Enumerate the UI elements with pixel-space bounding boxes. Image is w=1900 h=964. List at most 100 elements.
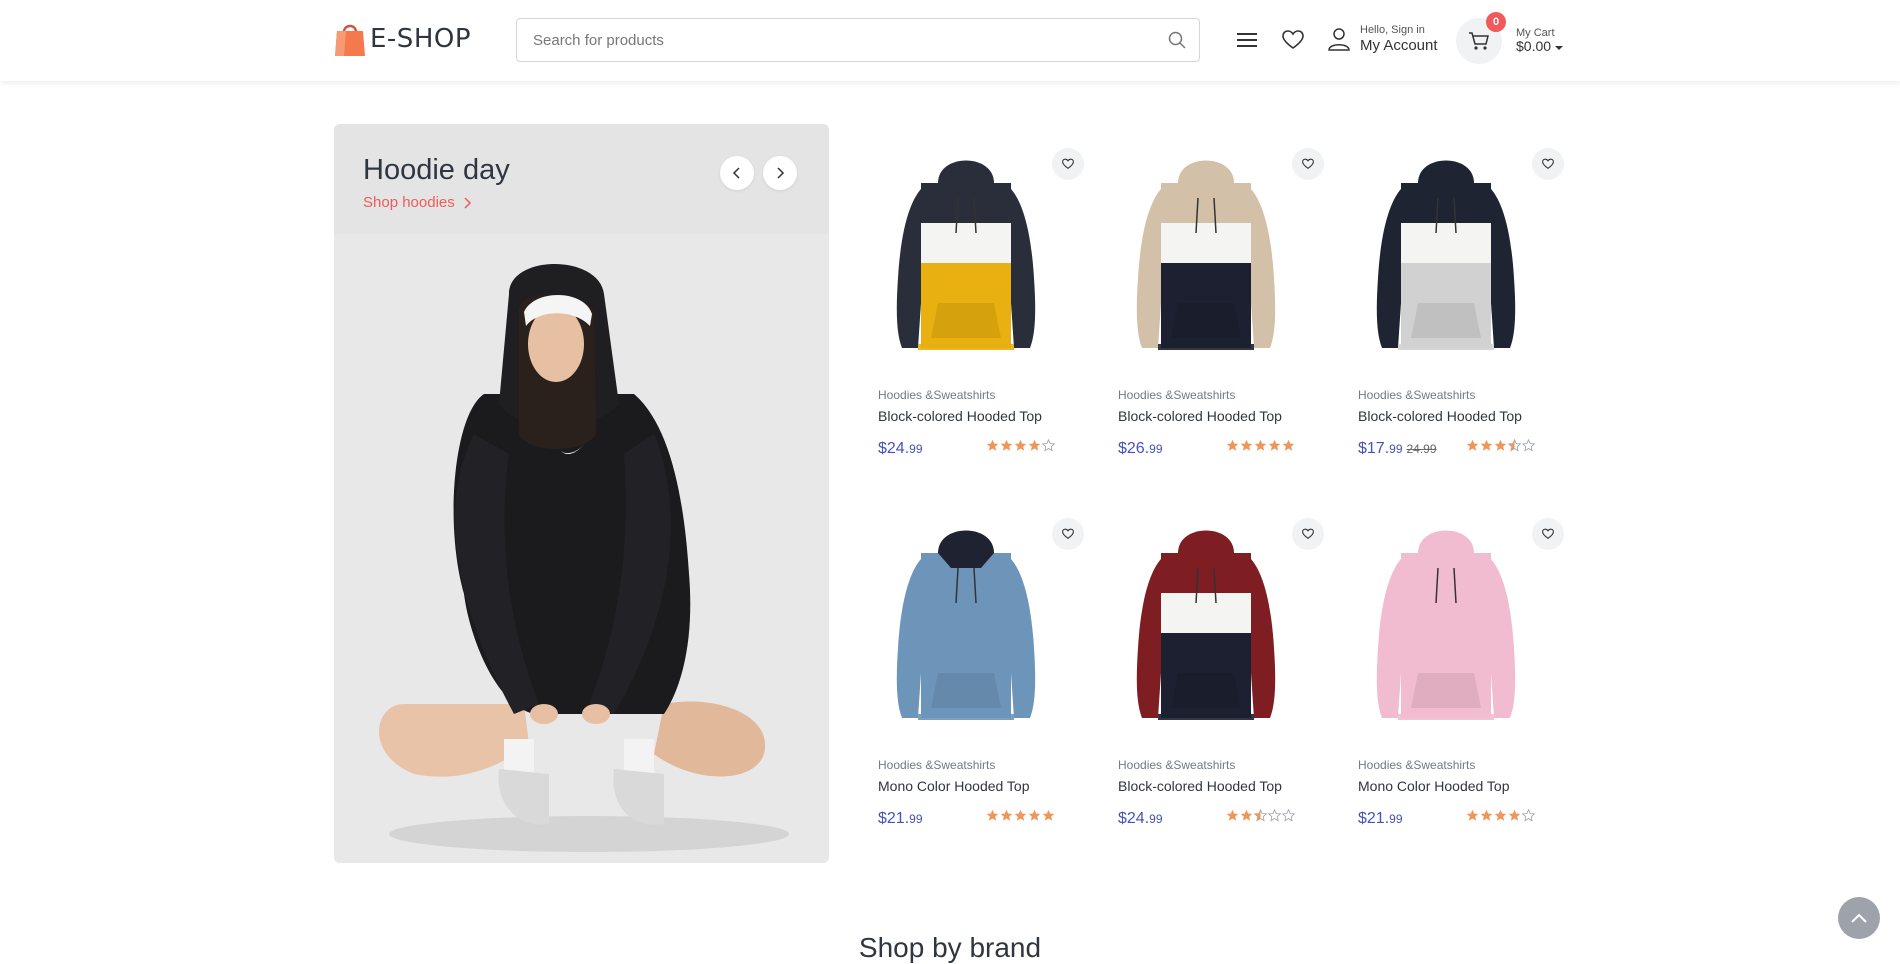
product-card[interactable]: Hoodies &Sweatshirts Mono Color Hooded T… xyxy=(1346,508,1566,838)
product-name[interactable]: Mono Color Hooded Top xyxy=(878,778,1030,794)
product-price: $21.99 xyxy=(878,810,923,827)
chevron-left-icon xyxy=(732,167,740,179)
product-name[interactable]: Block-colored Hooded Top xyxy=(1118,408,1282,424)
star-full-icon xyxy=(1240,439,1253,451)
account-menu[interactable]: Hello, Sign in My Account xyxy=(1328,24,1438,54)
model-photo xyxy=(334,234,829,863)
wishlist-button[interactable] xyxy=(1052,518,1084,550)
product-price: $21.99 xyxy=(1358,810,1403,827)
star-full-icon xyxy=(1226,439,1239,451)
star-full-icon xyxy=(1000,809,1013,821)
product-image[interactable] xyxy=(866,508,1066,748)
search-bar xyxy=(516,18,1200,62)
star-full-icon xyxy=(1466,809,1479,821)
banner-title: Hoodie day xyxy=(363,154,510,186)
star-full-icon xyxy=(1014,439,1027,451)
star-full-icon xyxy=(986,439,999,451)
product-category[interactable]: Hoodies &Sweatshirts xyxy=(1358,758,1475,772)
product-price: $24.99 xyxy=(878,440,923,457)
star-empty-icon xyxy=(1522,809,1535,822)
promo-banner: Hoodie day Shop hoodies xyxy=(334,124,829,863)
star-full-icon xyxy=(1254,439,1267,451)
star-half-icon xyxy=(1254,809,1267,822)
wishlist-button[interactable] xyxy=(1532,518,1564,550)
product-price: $24.99 xyxy=(1118,810,1163,827)
shop-hoodies-link[interactable]: Shop hoodies xyxy=(363,194,473,211)
star-full-icon xyxy=(1494,809,1507,821)
product-category[interactable]: Hoodies &Sweatshirts xyxy=(1118,758,1235,772)
account-label[interactable]: My Account xyxy=(1360,37,1438,54)
product-rating xyxy=(1226,439,1295,452)
hamburger-icon[interactable] xyxy=(1234,27,1260,53)
logo-text: E-SHOP xyxy=(370,24,472,54)
star-full-icon xyxy=(1042,809,1055,821)
product-name[interactable]: Mono Color Hooded Top xyxy=(1358,778,1510,794)
banner-prev-button[interactable] xyxy=(720,156,754,190)
cart-count-badge: 0 xyxy=(1486,12,1506,32)
star-empty-icon xyxy=(1042,439,1055,452)
product-category[interactable]: Hoodies &Sweatshirts xyxy=(878,758,995,772)
star-full-icon xyxy=(986,809,999,821)
product-name[interactable]: Block-colored Hooded Top xyxy=(1118,778,1282,794)
cart-widget[interactable]: 0 My Cart $0.00 xyxy=(1456,12,1563,64)
heart-icon xyxy=(1542,158,1554,169)
product-image[interactable] xyxy=(1106,508,1306,748)
product-card[interactable]: Hoodies &Sweatshirts Mono Color Hooded T… xyxy=(866,508,1086,838)
product-category[interactable]: Hoodies &Sweatshirts xyxy=(878,388,995,402)
product-name[interactable]: Block-colored Hooded Top xyxy=(1358,408,1522,424)
star-half-icon xyxy=(1508,439,1521,452)
product-old-price: 24.99 xyxy=(1406,442,1437,456)
product-name[interactable]: Block-colored Hooded Top xyxy=(878,408,1042,424)
wishlist-button[interactable] xyxy=(1292,148,1324,180)
product-card[interactable]: Hoodies &Sweatshirts Block-colored Hoode… xyxy=(866,138,1086,468)
star-full-icon xyxy=(1028,439,1041,451)
product-image[interactable] xyxy=(866,138,1066,378)
search-icon[interactable] xyxy=(1167,30,1187,50)
wishlist-button[interactable] xyxy=(1052,148,1084,180)
star-full-icon xyxy=(1282,439,1295,451)
product-rating xyxy=(986,439,1055,452)
product-card[interactable]: Hoodies &Sweatshirts Block-colored Hoode… xyxy=(1106,508,1326,838)
product-image[interactable] xyxy=(1346,508,1546,748)
product-price: $17.99 24.99 xyxy=(1358,440,1437,457)
star-full-icon xyxy=(1508,809,1521,821)
shopping-bag-icon xyxy=(335,24,365,56)
user-icon xyxy=(1328,28,1350,51)
wishlist-button[interactable] xyxy=(1532,148,1564,180)
product-image[interactable] xyxy=(1106,138,1306,378)
star-full-icon xyxy=(1226,809,1239,821)
star-empty-icon xyxy=(1282,809,1295,822)
product-rating xyxy=(986,809,1055,822)
product-category[interactable]: Hoodies &Sweatshirts xyxy=(1118,388,1235,402)
cart-icon xyxy=(1469,32,1489,50)
chevron-up-icon xyxy=(1851,913,1867,923)
section-title-brands: Shop by brand xyxy=(858,932,1042,963)
star-full-icon xyxy=(1000,439,1013,451)
star-full-icon xyxy=(1268,439,1281,451)
product-rating xyxy=(1466,439,1535,452)
heart-icon xyxy=(1302,158,1314,169)
product-category[interactable]: Hoodies &Sweatshirts xyxy=(1358,388,1475,402)
product-card[interactable]: Hoodies &Sweatshirts Block-colored Hoode… xyxy=(1106,138,1326,468)
star-full-icon xyxy=(1480,439,1493,451)
heart-icon[interactable] xyxy=(1280,27,1306,53)
star-empty-icon xyxy=(1522,439,1535,452)
banner-next-button[interactable] xyxy=(763,156,797,190)
star-full-icon xyxy=(1494,439,1507,451)
product-card[interactable]: Hoodies &Sweatshirts Block-colored Hoode… xyxy=(1346,138,1566,468)
account-greeting: Hello, Sign in xyxy=(1360,24,1425,36)
star-full-icon xyxy=(1240,809,1253,821)
search-input[interactable] xyxy=(517,19,1167,61)
site-header: E-SHOP Hello, Sign in My Account xyxy=(0,0,1900,81)
cart-button[interactable]: 0 xyxy=(1456,12,1506,64)
star-full-icon xyxy=(1028,809,1041,821)
heart-icon xyxy=(1062,158,1074,169)
star-empty-icon xyxy=(1268,809,1281,822)
logo[interactable]: E-SHOP xyxy=(334,20,471,58)
chevron-right-icon xyxy=(777,167,785,179)
heart-icon xyxy=(1302,528,1314,539)
product-image[interactable] xyxy=(1346,138,1546,378)
wishlist-button[interactable] xyxy=(1292,518,1324,550)
star-full-icon xyxy=(1014,809,1027,821)
scroll-to-top-button[interactable] xyxy=(1838,897,1880,939)
